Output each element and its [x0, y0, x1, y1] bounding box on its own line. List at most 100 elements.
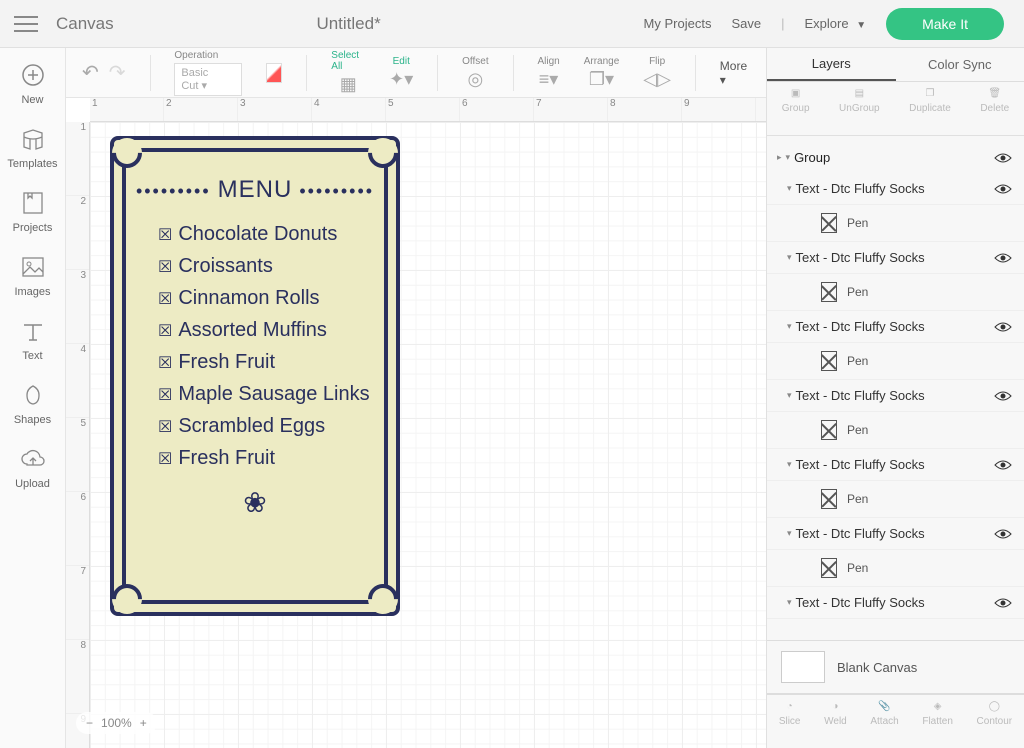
- make-it-button[interactable]: Make It: [886, 8, 1004, 40]
- layer-sub-pen[interactable]: Pen: [767, 274, 1024, 311]
- arrange-icon: ❐▾: [589, 69, 614, 90]
- eye-icon[interactable]: [994, 459, 1012, 471]
- trash-icon: 🗑: [988, 88, 1001, 99]
- caret-down-icon: ▾: [787, 528, 792, 539]
- slice-action[interactable]: ◔Slice: [779, 701, 801, 748]
- menu-item: Cinnamon Rolls: [158, 282, 384, 314]
- flourish-icon: ❀: [126, 486, 384, 519]
- flatten-action[interactable]: ◈Flatten: [922, 701, 953, 748]
- projects-tool[interactable]: Projects: [0, 190, 65, 234]
- canvas-color[interactable]: Blank Canvas: [767, 640, 1024, 694]
- menu-icon[interactable]: [14, 11, 38, 37]
- more-dropdown[interactable]: More ▾: [720, 59, 750, 87]
- operation-select[interactable]: Basic Cut ▾: [174, 63, 241, 96]
- sidebar: New Templates Projects Images Text Shape…: [0, 48, 66, 748]
- divider: |: [781, 16, 784, 31]
- select-all-button[interactable]: Select All ▦: [331, 50, 365, 95]
- caret-right-icon: ▸: [777, 152, 782, 163]
- plus-circle-icon: [20, 62, 46, 88]
- images-tool[interactable]: Images: [0, 254, 65, 298]
- zoom-out-button[interactable]: −: [86, 716, 93, 730]
- flip-dropdown[interactable]: Flip ◁▷: [643, 56, 671, 90]
- layer-group[interactable]: ▸ ▾ Group: [767, 142, 1024, 173]
- images-icon: [20, 254, 46, 280]
- menu-item-list: Chocolate DonutsCroissantsCinnamon Rolls…: [158, 218, 384, 474]
- contour-action[interactable]: ◯Contour: [977, 701, 1013, 748]
- operation-group[interactable]: Operation Basic Cut ▾: [174, 50, 241, 96]
- chevron-down-icon: ▼: [856, 20, 866, 31]
- weld-action[interactable]: ◑Weld: [824, 701, 847, 748]
- new-tool[interactable]: New: [0, 62, 65, 106]
- layer-sub-pen[interactable]: Pen: [767, 205, 1024, 242]
- layer-text-item[interactable]: ▾ Text - Dtc Fluffy Socks: [767, 242, 1024, 274]
- pen-layer-icon: [821, 420, 837, 440]
- draw-swatch[interactable]: [266, 63, 283, 83]
- pen-layer-icon: [821, 282, 837, 302]
- ungroup-action[interactable]: ▤UnGroup: [839, 88, 880, 135]
- projects-icon: [20, 190, 46, 216]
- redo-button[interactable]: ↷: [109, 60, 126, 85]
- menu-item: Croissants: [158, 250, 384, 282]
- tab-color-sync[interactable]: Color Sync: [896, 48, 1024, 81]
- eye-icon[interactable]: [994, 597, 1012, 609]
- menu-heading: ••••••••• MENU •••••••••: [126, 176, 384, 204]
- eye-icon[interactable]: [994, 252, 1012, 264]
- edit-dropdown[interactable]: Edit ✦▾: [389, 56, 413, 90]
- menu-card-design[interactable]: ••••••••• MENU ••••••••• Chocolate Donut…: [110, 136, 400, 616]
- caret-down-icon: ▾: [787, 459, 792, 470]
- upload-tool[interactable]: Upload: [0, 446, 65, 490]
- duplicate-action[interactable]: ❐Duplicate: [909, 88, 951, 135]
- text-tool[interactable]: Text: [0, 318, 65, 362]
- layer-text-item[interactable]: ▾ Text - Dtc Fluffy Socks: [767, 518, 1024, 550]
- duplicate-icon: ❐: [925, 88, 934, 99]
- offset-button[interactable]: Offset ◎: [462, 56, 489, 90]
- pen-layer-icon: [821, 351, 837, 371]
- layer-sub-pen[interactable]: Pen: [767, 481, 1024, 518]
- menu-item: Fresh Fruit: [158, 346, 384, 378]
- eye-icon[interactable]: [994, 152, 1012, 164]
- zoom-in-button[interactable]: +: [140, 716, 147, 730]
- document-title[interactable]: Untitled*: [54, 14, 644, 34]
- flatten-icon: ◈: [934, 701, 942, 712]
- canvas-stage[interactable]: 123456789 123456789 ••••••••• MENU •••••…: [66, 98, 766, 748]
- attach-action[interactable]: 📎Attach: [870, 701, 898, 748]
- templates-tool[interactable]: Templates: [0, 126, 65, 170]
- layer-sub-pen[interactable]: Pen: [767, 412, 1024, 449]
- layer-text-item[interactable]: ▾ Text - Dtc Fluffy Socks: [767, 449, 1024, 481]
- eye-icon[interactable]: [994, 183, 1012, 195]
- slice-icon: ◔: [787, 701, 793, 712]
- eye-icon[interactable]: [994, 390, 1012, 402]
- align-dropdown[interactable]: Align ≡▾: [537, 56, 559, 90]
- zoom-control[interactable]: − 100% +: [76, 712, 157, 734]
- my-projects-link[interactable]: My Projects: [644, 16, 712, 31]
- delete-action[interactable]: 🗑Delete: [980, 88, 1009, 135]
- pen-layer-icon: [821, 489, 837, 509]
- caret-down-icon: ▾: [787, 252, 792, 263]
- attach-icon: 📎: [878, 701, 890, 712]
- layer-text-item[interactable]: ▾ Text - Dtc Fluffy Socks: [767, 380, 1024, 412]
- eye-icon[interactable]: [994, 321, 1012, 333]
- ruler-vertical: 123456789: [66, 122, 90, 748]
- contour-icon: ◯: [989, 701, 1000, 712]
- ungroup-icon: ▤: [855, 88, 864, 99]
- explore-dropdown[interactable]: Explore ▼: [804, 16, 866, 31]
- layer-text-item[interactable]: ▾ Text - Dtc Fluffy Socks: [767, 173, 1024, 205]
- shapes-tool[interactable]: Shapes: [0, 382, 65, 426]
- layer-sub-pen[interactable]: Pen: [767, 343, 1024, 380]
- caret-down-icon: ▾: [786, 152, 791, 163]
- pen-layer-icon: [821, 558, 837, 578]
- save-button[interactable]: Save: [731, 16, 761, 31]
- arrange-dropdown[interactable]: Arrange ❐▾: [584, 56, 620, 90]
- tab-layers[interactable]: Layers: [767, 48, 896, 81]
- menu-item: Fresh Fruit: [158, 442, 384, 474]
- flip-icon: ◁▷: [643, 69, 671, 90]
- magic-wand-icon: ✦▾: [389, 69, 413, 90]
- layer-sub-pen[interactable]: Pen: [767, 550, 1024, 587]
- undo-button[interactable]: ↶: [82, 60, 99, 85]
- layer-text-item[interactable]: ▾ Text - Dtc Fluffy Socks: [767, 311, 1024, 343]
- group-action[interactable]: ▣Group: [782, 88, 810, 135]
- menu-item: Scrambled Eggs: [158, 410, 384, 442]
- eye-icon[interactable]: [994, 528, 1012, 540]
- layer-text-item[interactable]: ▾ Text - Dtc Fluffy Socks: [767, 587, 1024, 619]
- ruler-horizontal: 123456789: [90, 98, 766, 122]
